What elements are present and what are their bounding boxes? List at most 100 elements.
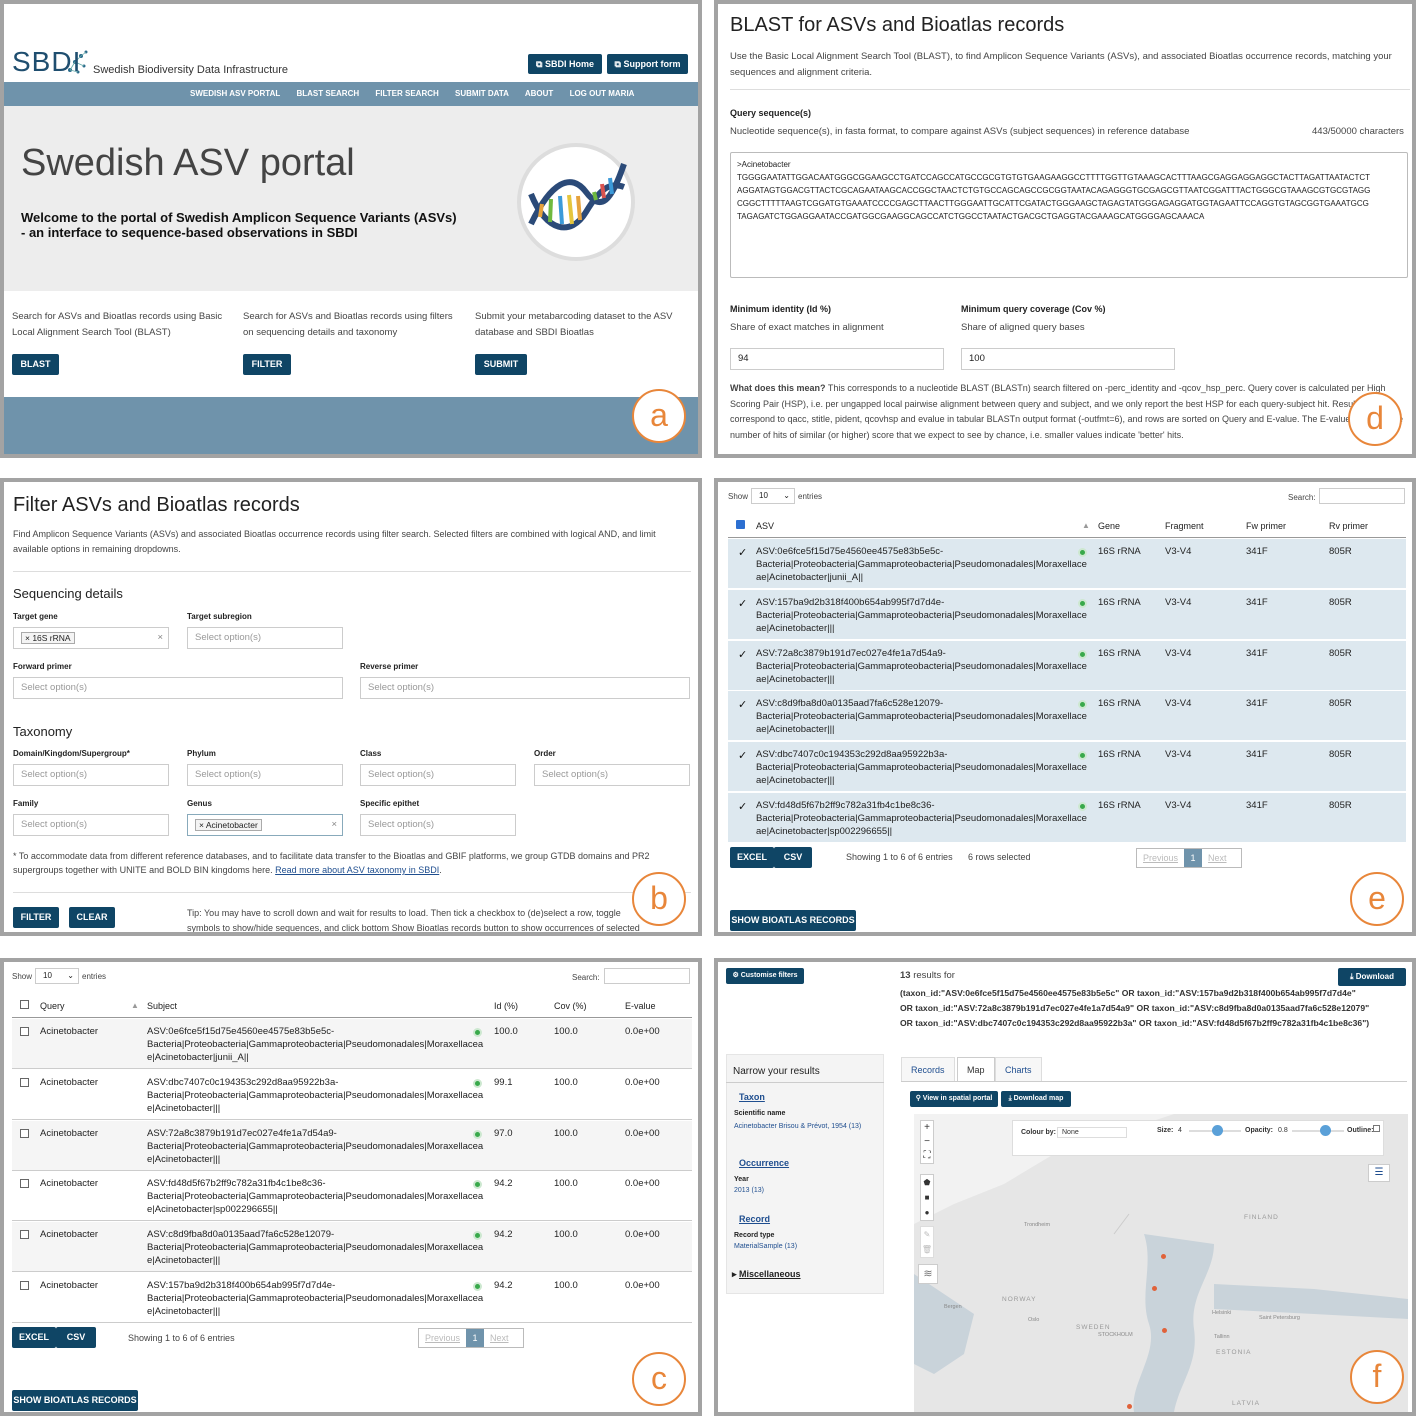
show-bioatlas-button[interactable]: SHOW BIOATLAS RECORDS (730, 910, 856, 931)
row-checkbox[interactable] (20, 1230, 29, 1240)
asv-id[interactable]: ASV:0e6fce5f15d75e4560ee4575e83b5e5c- (147, 1026, 334, 1037)
delete-icon[interactable]: 🗑 (921, 1242, 933, 1257)
select-all-checkbox[interactable] (736, 520, 745, 529)
row-checkbox[interactable] (20, 1027, 29, 1036)
layers-icon[interactable]: ≋ (918, 1264, 938, 1284)
toggle-sequence-icon[interactable] (1078, 598, 1087, 608)
facet-taxon[interactable]: Taxon (739, 1092, 765, 1102)
header-cov[interactable]: Cov (%) (554, 1001, 587, 1011)
toggle-sequence-icon[interactable] (473, 1282, 482, 1291)
class-select[interactable]: Select option(s) (360, 764, 516, 786)
customise-filters-button[interactable]: ⚙ Customise filters (726, 968, 804, 984)
forward-primer-select[interactable]: Select option(s) (13, 677, 343, 699)
row-check-icon[interactable]: ✓ (738, 597, 747, 610)
asv-id[interactable]: ASV:fd48d5f67b2ff9c782a31fb4c1be8c36- (756, 800, 935, 811)
occurrence-marker[interactable] (1161, 1254, 1166, 1259)
target-gene-select[interactable]: × 16S rRNA × (13, 627, 169, 649)
header-gene[interactable]: Gene (1098, 521, 1120, 531)
asv-id[interactable]: ASV:c8d9fba8d0a0135aad7fa6c528e12079- (756, 698, 943, 709)
view-spatial-button[interactable]: ⚲ View in spatial portal (910, 1091, 998, 1107)
asv-id[interactable]: ASV:72a8c3879b191d7ec027e4fe1a7d54a9- (147, 1128, 337, 1139)
filter-button[interactable]: FILTER (243, 354, 291, 375)
tab-map[interactable]: Map (957, 1057, 995, 1082)
year-option[interactable]: 2013 (13) (734, 1187, 764, 1194)
row-check-icon[interactable]: ✓ (738, 800, 747, 813)
toggle-sequence-icon[interactable] (1078, 548, 1087, 557)
family-select[interactable]: Select option(s) (13, 814, 169, 836)
reverse-primer-select[interactable]: Select option(s) (360, 677, 690, 699)
previous-link[interactable]: Previous (1143, 853, 1178, 863)
sequence-textarea[interactable]: >Acinetobacter TGGGGAATATTGGACAATGGGCGGA… (730, 152, 1408, 278)
header-id[interactable]: Id (%) (494, 1001, 518, 1011)
outline-checkbox[interactable] (1373, 1125, 1380, 1132)
excel-button[interactable]: EXCEL (12, 1327, 56, 1348)
row-check-icon[interactable]: ✓ (738, 749, 747, 762)
support-form-button[interactable]: ⧉ Support form (607, 54, 688, 74)
colour-by-select[interactable]: None (1057, 1127, 1127, 1138)
search-input[interactable] (1319, 488, 1405, 504)
asv-id[interactable]: ASV:dbc7407c0c194353c292d8aa95922b3a- (147, 1077, 338, 1088)
row-check-icon[interactable]: ✓ (738, 698, 747, 711)
search-input[interactable] (604, 968, 690, 984)
sort-icon[interactable]: ▲ (1082, 521, 1090, 530)
entries-select[interactable]: 10 ⌄ (35, 968, 79, 984)
toggle-sequence-icon[interactable] (473, 1078, 482, 1088)
order-select[interactable]: Select option(s) (534, 764, 690, 786)
entries-select[interactable]: 10 ⌄ (751, 488, 795, 504)
show-bioatlas-button[interactable]: SHOW BIOATLAS RECORDS (12, 1390, 138, 1411)
header-fw-primer[interactable]: Fw primer (1246, 521, 1286, 531)
size-slider-handle[interactable] (1212, 1125, 1223, 1136)
excel-button[interactable]: EXCEL (730, 847, 774, 868)
csv-button[interactable]: CSV (56, 1327, 96, 1348)
facet-miscellaneous[interactable]: ▸ Miscellaneous (732, 1269, 801, 1280)
fullscreen-icon[interactable]: ⛶ (921, 1149, 933, 1163)
row-checkbox[interactable] (20, 1179, 29, 1189)
rectangle-icon[interactable]: ■ (921, 1190, 933, 1205)
download-map-button[interactable]: ⤓ Download map (1001, 1091, 1071, 1107)
polygon-icon[interactable]: ⬟ (921, 1175, 933, 1190)
next-link[interactable]: Next (490, 1333, 509, 1343)
clear-button[interactable]: CLEAR (69, 907, 115, 928)
next-link[interactable]: Next (1208, 853, 1227, 863)
header-subject[interactable]: Subject (147, 1001, 177, 1011)
asv-id[interactable]: ASV:0e6fce5f15d75e4560ee4575e83b5e5c- (756, 546, 943, 557)
legend-icon[interactable]: ☰ (1368, 1164, 1390, 1182)
nav-about[interactable]: ABOUT (525, 89, 553, 98)
occurrence-marker[interactable] (1162, 1328, 1167, 1333)
clear-icon[interactable]: × (331, 815, 337, 835)
row-checkbox[interactable] (20, 1077, 29, 1087)
page-1[interactable]: 1 (1184, 849, 1203, 867)
toggle-sequence-icon[interactable] (1078, 649, 1087, 659)
scientific-name-option[interactable]: Acinetobacter Brisou & Prévot, 1954 (13) (734, 1122, 874, 1131)
toggle-sequence-icon[interactable] (473, 1129, 482, 1139)
asv-id[interactable]: ASV:72a8c3879b191d7ec027e4fe1a7d54a9- (756, 648, 946, 659)
target-subregion-select[interactable]: Select option(s) (187, 627, 343, 649)
sort-icon[interactable]: ▲ (131, 1001, 139, 1010)
zoom-in-icon[interactable]: + (921, 1121, 933, 1135)
circle-icon[interactable]: ● (921, 1205, 933, 1220)
header-query[interactable]: Query (40, 1001, 65, 1011)
header-fragment[interactable]: Fragment (1165, 521, 1204, 531)
min-coverage-input[interactable]: 100 (961, 348, 1175, 370)
filter-submit-button[interactable]: FILTER (13, 907, 59, 928)
row-checkbox[interactable] (20, 1281, 29, 1290)
nav-filter-search[interactable]: FILTER SEARCH (375, 89, 438, 98)
opacity-slider[interactable] (1292, 1130, 1344, 1132)
domain-select[interactable]: Select option(s) (13, 764, 169, 786)
row-checkbox[interactable] (20, 1128, 29, 1138)
nav-log-out[interactable]: LOG OUT MARIA (570, 89, 635, 98)
row-check-icon[interactable]: ✓ (738, 648, 747, 661)
toggle-sequence-icon[interactable] (1078, 802, 1087, 811)
toggle-sequence-icon[interactable] (473, 1028, 482, 1037)
previous-link[interactable]: Previous (425, 1333, 460, 1343)
selected-tag[interactable]: × 16S rRNA (21, 632, 75, 644)
header-evalue[interactable]: E-value (625, 1001, 656, 1011)
page-1[interactable]: 1 (466, 1329, 485, 1347)
occurrence-marker[interactable] (1152, 1286, 1157, 1291)
row-check-icon[interactable]: ✓ (738, 546, 747, 559)
epithet-select[interactable]: Select option(s) (360, 814, 516, 836)
occurrence-marker[interactable] (1127, 1404, 1132, 1409)
asv-id[interactable]: ASV:fd48d5f67b2ff9c782a31fb4c1be8c36- (147, 1178, 326, 1189)
select-all-checkbox[interactable] (20, 1000, 29, 1009)
selected-tag[interactable]: × Acinetobacter (195, 819, 262, 831)
